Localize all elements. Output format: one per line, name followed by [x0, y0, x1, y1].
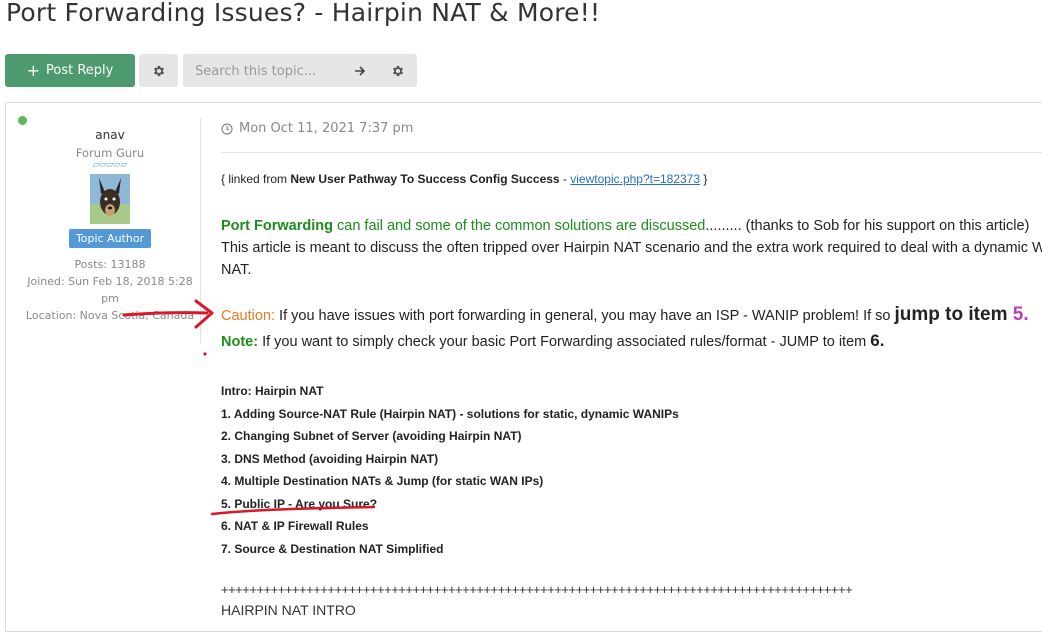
search-submit-button[interactable] [345, 54, 375, 87]
topic-author-badge: Topic Author [68, 229, 152, 248]
profile-divider [200, 118, 201, 343]
intro-rest: ......... (thanks to Sob for his support… [705, 218, 1030, 234]
linked-prefix: { linked from [221, 172, 291, 186]
author-joined: Joined: Sun Feb 18, 2018 5:28 [27, 275, 193, 288]
avatar[interactable] [90, 174, 130, 224]
search-input[interactable] [183, 54, 357, 89]
author-joined-time: pm [101, 292, 119, 305]
note-item-number: 6. [870, 331, 885, 350]
linked-sep: - [559, 172, 571, 186]
topic-tools-button[interactable] [139, 54, 178, 87]
caution-text: If you have issues with port forwarding … [275, 308, 895, 324]
toc-item: 4. Multiple Destination NATs & Jump (for… [221, 474, 544, 488]
toc-item: 7. Source & Destination NAT Simplified [221, 541, 444, 556]
note-text: If you want to simply check your basic P… [258, 334, 871, 350]
intro-line-3: NAT. [221, 262, 252, 278]
author-profile: anav Forum Guru ▱▱▱▱▱ Topic Author Posts… [20, 128, 200, 324]
arrow-right-icon [355, 65, 366, 76]
intro-line-1: Port Forwarding can fail and some of the… [221, 215, 1042, 237]
post-reply-label: Post Reply [46, 63, 114, 78]
page-title: Port Forwarding Issues? - Hairpin NAT & … [6, 0, 601, 27]
caution-jump: jump to item [894, 304, 1013, 325]
post-date-text: Mon Oct 11, 2021 7:37 pm [239, 121, 414, 136]
author-rank: Forum Guru [75, 146, 145, 160]
caution-line: Caution: If you have issues with port fo… [221, 304, 1029, 326]
caution-item-number: 5. [1012, 304, 1029, 325]
intro-green-text: can fail and some of the common solution… [332, 218, 706, 234]
linked-topic-link[interactable]: viewtopic.php?t=182373 [570, 172, 700, 186]
toc-item: Intro: Hairpin NAT [221, 384, 324, 398]
note-line: Note: If you want to simply check your b… [221, 331, 884, 351]
author-posts: Posts: 13188 [74, 258, 146, 271]
table-of-contents: Intro: Hairpin NAT 1. Adding Source-NAT … [221, 380, 679, 560]
linked-suffix: } [700, 172, 708, 186]
post-date: Mon Oct 11, 2021 7:37 pm [221, 121, 413, 136]
separator-line: ++++++++++++++++++++++++++++++++++++++++… [221, 582, 853, 597]
search-box [183, 54, 417, 89]
toc-item: 1. Adding Source-NAT Rule (Hairpin NAT) … [221, 406, 679, 421]
author-username[interactable]: anav [20, 128, 200, 142]
toc-item: 2. Changing Subnet of Server (avoiding H… [221, 429, 522, 443]
gear-icon [392, 65, 404, 76]
linked-title: New User Pathway To Success Config Succe… [290, 172, 560, 186]
online-status-dot [18, 116, 27, 125]
intro-line-2: This article is meant to discuss the oft… [221, 240, 1042, 256]
section-heading: HAIRPIN NAT INTRO [221, 602, 356, 618]
toc-item: 6. NAT & IP Firewall Rules [221, 519, 369, 533]
gear-icon [153, 65, 164, 76]
toc-item: 5. Public IP - Are you Sure? [221, 496, 378, 511]
plus-icon: + [26, 60, 41, 80]
rank-stars: ▱▱▱▱▱ [92, 160, 128, 170]
post-header-divider [221, 152, 1042, 153]
note-label: Note: [221, 334, 259, 350]
intro-green-bold: Port Forwarding [221, 218, 333, 234]
linked-from-line: { linked from New User Pathway To Succes… [221, 172, 707, 186]
caution-label: Caution: [221, 308, 276, 324]
intro-paragraph: Port Forwarding can fail and some of the… [221, 215, 1042, 281]
clock-icon [221, 122, 233, 135]
author-location: Location: Nova Scotia, Canada [25, 309, 195, 322]
toc-item: 3. DNS Method (avoiding Hairpin NAT) [221, 451, 439, 466]
advanced-search-button[interactable] [383, 54, 413, 87]
post-reply-button[interactable]: + Post Reply [5, 54, 135, 87]
